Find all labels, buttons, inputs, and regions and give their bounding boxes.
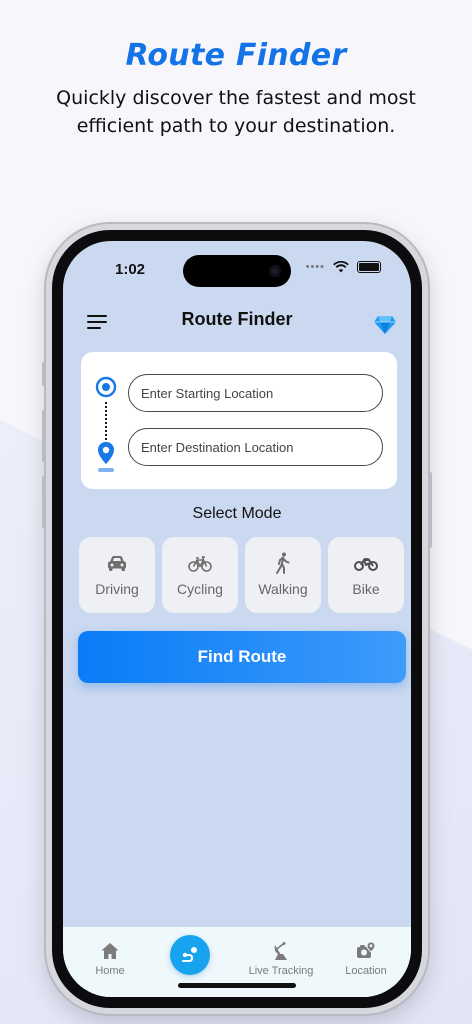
route-connector-line [105, 402, 107, 444]
home-indicator [178, 983, 296, 988]
tab-label: Location [345, 965, 387, 977]
volume-down-button [42, 476, 46, 528]
tab-route-center-button[interactable] [170, 935, 210, 975]
promo-subline: Quickly discover the fastest and most ef… [56, 87, 416, 137]
app-screen: 1:02 •••• Route Finder Enter Starting Lo… [63, 241, 411, 997]
signal-dots-icon: •••• [305, 261, 325, 273]
page-title: Route Finder [181, 309, 293, 329]
car-icon [108, 556, 126, 571]
find-route-button[interactable]: Find Route [78, 631, 406, 683]
camera-icon [269, 265, 281, 277]
start-location-input[interactable] [128, 374, 383, 412]
silent-switch [42, 362, 46, 386]
mode-cycling-button[interactable]: Cycling [162, 537, 238, 613]
start-location-icon [95, 376, 117, 398]
phone-bezel: 1:02 •••• Route Finder Enter Starting Lo… [52, 230, 422, 1008]
diamond-icon[interactable] [373, 315, 397, 335]
mode-driving-button[interactable]: Driving [79, 537, 155, 613]
dynamic-island [183, 255, 291, 287]
camera-location-icon [357, 941, 376, 958]
wifi-icon [333, 261, 349, 273]
route-icon [182, 947, 197, 962]
battery-icon [357, 261, 381, 273]
destination-pin-icon [98, 442, 114, 472]
status-time: 1:02 [115, 261, 146, 278]
top-navigation-bar: Route Finder [63, 301, 411, 341]
home-icon [101, 943, 119, 959]
tab-location[interactable]: Location [335, 927, 397, 987]
select-mode-label: Select Mode [192, 505, 282, 522]
status-indicators: •••• [306, 261, 381, 273]
mode-selector: Driving Cycling Walking Bike [79, 537, 404, 613]
walking-icon [276, 552, 290, 574]
mode-label: Bike [352, 581, 380, 597]
motorbike-icon [354, 558, 378, 571]
tab-live-tracking[interactable]: Live Tracking [241, 927, 321, 987]
mode-label: Walking [258, 581, 308, 597]
promo-headline: Route Finder [125, 38, 347, 73]
mode-walking-button[interactable]: Walking [245, 537, 321, 613]
tab-home[interactable]: Home [83, 927, 137, 987]
phone-frame: 1:02 •••• Route Finder Enter Starting Lo… [42, 224, 432, 1014]
tab-label: Home [95, 965, 125, 977]
mode-label: Cycling [177, 581, 223, 597]
tab-label: Live Tracking [248, 965, 314, 977]
power-button [428, 472, 432, 548]
satellite-dish-icon [274, 942, 287, 960]
route-input-card [81, 352, 397, 489]
mode-bike-button[interactable]: Bike [328, 537, 404, 613]
mode-label: Driving [95, 581, 139, 597]
bicycle-icon [188, 556, 212, 572]
volume-up-button [42, 410, 46, 462]
destination-location-input[interactable] [128, 428, 383, 466]
